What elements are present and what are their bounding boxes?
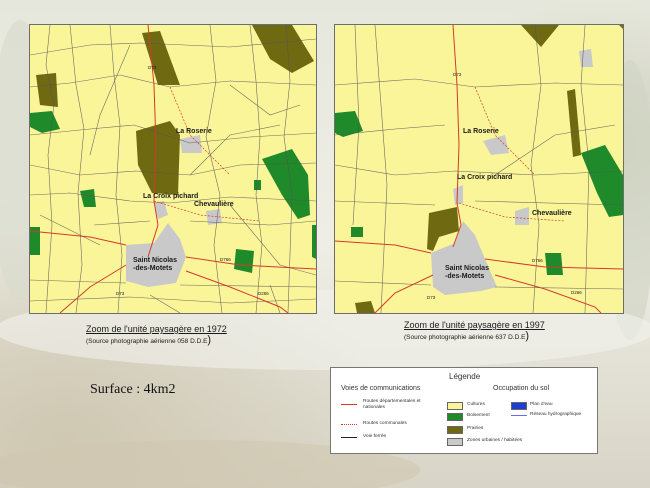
caption-1997: Zoom de l'unité paysagère en 1997 (Sourc…	[404, 320, 545, 342]
forest-parcel	[30, 111, 60, 133]
road-label-d73-north: D73	[148, 65, 157, 70]
legend-communal-road-line	[341, 424, 357, 425]
legend-reseau-line	[511, 415, 527, 416]
legend-comm-title: Voies de communications	[341, 385, 421, 392]
road-label-d266: D266	[258, 291, 269, 296]
road-label-d766: D766	[532, 258, 543, 263]
legend-swatch-cultures	[447, 402, 463, 410]
place-saint-nicolas: Saint Nicolas	[133, 257, 177, 264]
legend-swatch-zones	[447, 438, 463, 446]
forest-parcel	[80, 189, 96, 207]
urban-zone	[579, 49, 593, 67]
road-label-d266: D266	[571, 290, 582, 295]
forest-parcel	[262, 149, 310, 219]
legend-swatch-plan-eau	[511, 402, 527, 410]
urban-zone	[483, 135, 509, 155]
prairie-parcel	[142, 31, 180, 85]
place-chevauliere: Chevaulière	[194, 201, 234, 208]
place-la-roserie: La Roserie	[463, 128, 499, 135]
prairie-parcel	[36, 73, 58, 107]
caption-1997-source: (Source photographie aérienne 637 D.D.E)	[404, 330, 545, 342]
place-la-croix-pichard: La Croix pichard	[457, 174, 513, 181]
legend-zones: Zones urbaines / habitées	[467, 438, 523, 443]
legend-boisement: Boisement	[467, 413, 490, 418]
forest-parcel	[254, 180, 261, 190]
legend-soil-title: Occupation du sol	[493, 385, 550, 392]
legend-railway-line	[341, 437, 357, 438]
forest-parcel	[234, 249, 254, 273]
legend-title: Légende	[449, 372, 481, 381]
legend-swatch-boisement	[447, 413, 463, 421]
legend-swatch-prairies	[447, 426, 463, 434]
forest-parcel	[617, 185, 623, 199]
forest-parcel	[581, 145, 623, 217]
legend-reseau: Réseau hydrographique	[530, 412, 582, 417]
legend-routes-com: Routes communales	[363, 421, 407, 426]
forest-parcel	[312, 225, 316, 259]
legend-prairies: Prairies	[467, 426, 484, 431]
prairie-parcel	[252, 25, 314, 73]
caption-1972-source-close: )	[207, 334, 212, 346]
prairie-parcel	[567, 89, 581, 157]
map-1972-drawing	[30, 25, 316, 313]
legend: Légende Voies de communications Occupati…	[330, 367, 598, 454]
caption-1997-source-close: )	[525, 330, 530, 342]
caption-1972-title: Zoom de l'unité paysagère en 1972	[86, 324, 227, 334]
communal-roads	[458, 86, 566, 222]
place-chevauliere: Chevaulière	[532, 210, 572, 217]
place-la-roserie: La Roserie	[176, 128, 212, 135]
surface-label: Surface : 4km2	[90, 382, 176, 397]
place-des-motets: -des-Motets	[133, 265, 173, 272]
prairie-parcel	[136, 121, 180, 195]
road-label-d73-south: D73	[116, 291, 125, 296]
caption-1972-source-text: (Source photographie aérienne 058 D.D.E	[86, 338, 208, 345]
place-saint-nicolas: Saint Nicolas	[445, 265, 489, 272]
forest-parcel	[351, 227, 363, 237]
map-1997: La Roserie La Croix pichard Chevaulière …	[334, 24, 624, 314]
legend-plan-eau: Plan d'eau	[530, 402, 553, 407]
prairie-parcel	[355, 301, 375, 313]
caption-1997-source-text: (Source photographie aérienne 637 D.D.E	[404, 334, 526, 341]
caption-1972-source: (Source photographie aérienne 058 D.D.E)	[86, 334, 227, 346]
prairie-parcel	[521, 25, 559, 47]
legend-cultures: Cultures	[467, 402, 485, 407]
caption-1997-title: Zoom de l'unité paysagère en 1997	[404, 320, 545, 330]
prairie-parcel	[619, 25, 623, 29]
map-1972: La Roserie La Croix pichard Chevaulière …	[29, 24, 317, 314]
forest-parcel	[545, 253, 563, 275]
urban-zone	[515, 207, 529, 225]
caption-1972: Zoom de l'unité paysagère en 1972 (Sourc…	[86, 324, 227, 346]
road-label-d73-south: D73	[427, 295, 436, 300]
road-label-d766: D766	[220, 257, 231, 262]
place-des-motets: -des-Motets	[445, 273, 485, 280]
place-la-croix-pichard: La Croix pichard	[143, 193, 199, 200]
legend-voie-ferree: Voie ferrée	[363, 434, 387, 439]
road-label-d73-north: D73	[453, 72, 462, 77]
legend-routes-dep: Routes départementales et nationales	[363, 399, 421, 410]
legend-dep-road-line	[341, 404, 357, 405]
